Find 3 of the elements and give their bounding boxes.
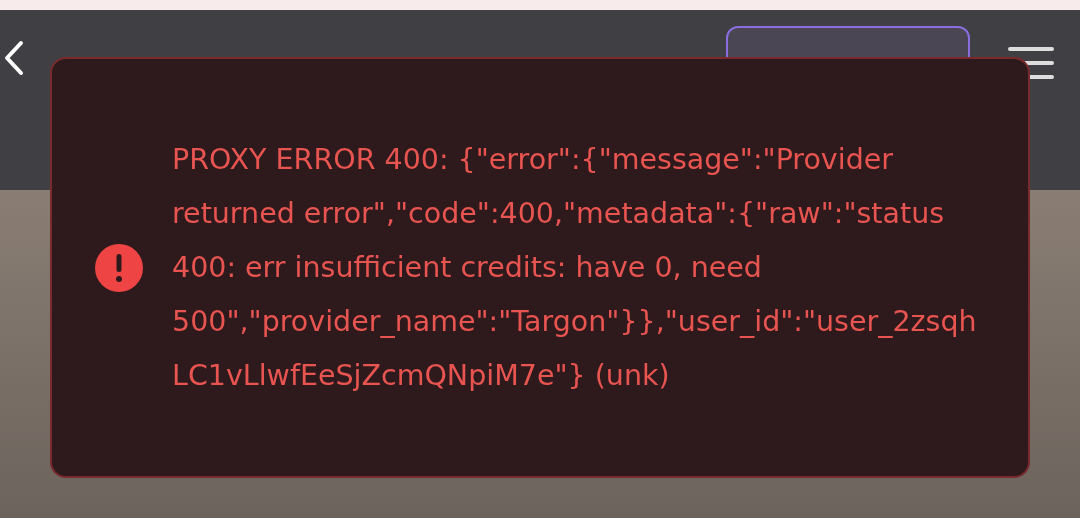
chevron-left-icon [4,40,24,76]
error-message: PROXY ERROR 400: {"error":{"message":"Provider returned error","code":400,"metadata":{"raw":"status 400: err insufficient credits: have 0, need 500","provider_name":"Targon"}},"user_id":"user_2zsqhLC1vLlwfEeSjZcmQNpiM7e"} (unk) [172,141,978,394]
exclamation-icon [95,243,143,292]
